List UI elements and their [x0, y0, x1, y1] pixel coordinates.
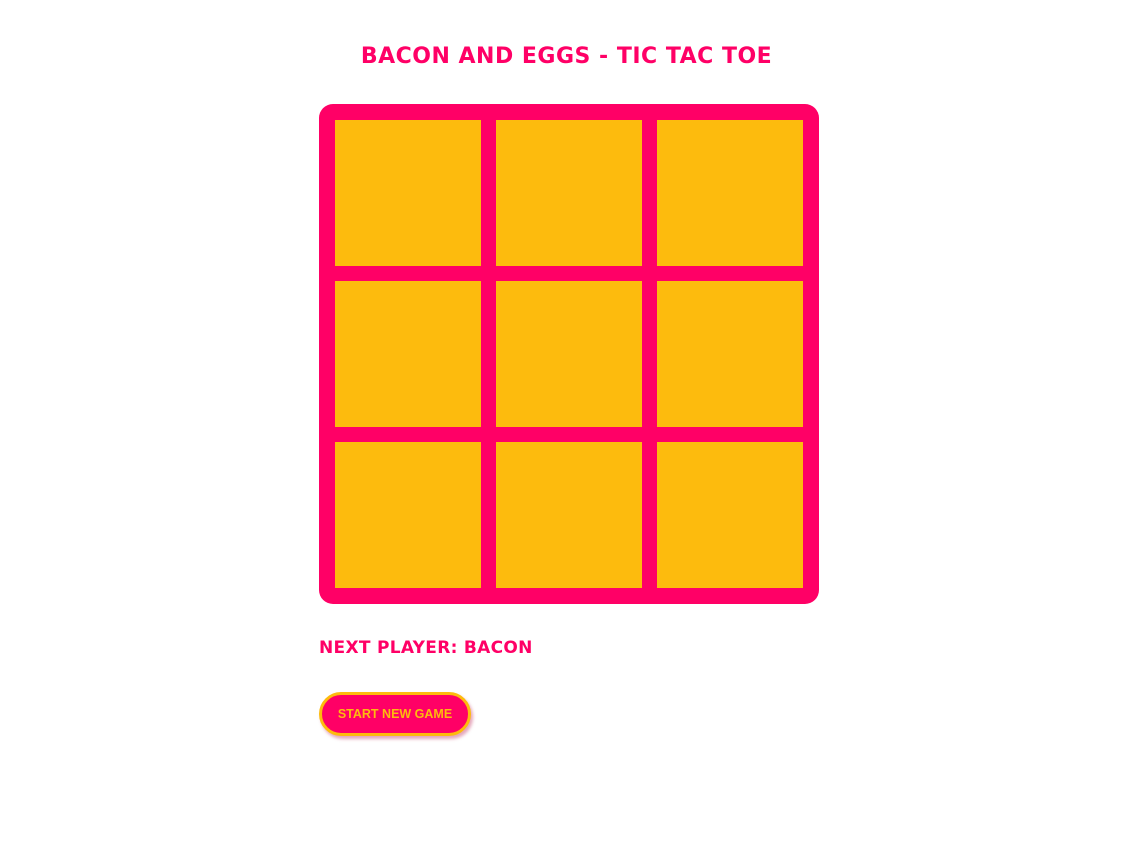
board-cell-6[interactable]: [657, 281, 803, 427]
board-cell-9[interactable]: [657, 442, 803, 588]
board-cell-7[interactable]: [335, 442, 481, 588]
board-cell-3[interactable]: [657, 120, 803, 266]
board-cell-2[interactable]: [496, 120, 642, 266]
board-cell-5[interactable]: [496, 281, 642, 427]
board-cell-4[interactable]: [335, 281, 481, 427]
game-board: [319, 104, 819, 604]
start-new-game-button[interactable]: START NEW GAME: [319, 692, 471, 736]
board-cell-1[interactable]: [335, 120, 481, 266]
page-title: BACON AND EGGS - TIC TAC TOE: [360, 44, 773, 69]
next-player-status: NEXT PLAYER: BACON: [319, 638, 533, 658]
board-cell-8[interactable]: [496, 442, 642, 588]
